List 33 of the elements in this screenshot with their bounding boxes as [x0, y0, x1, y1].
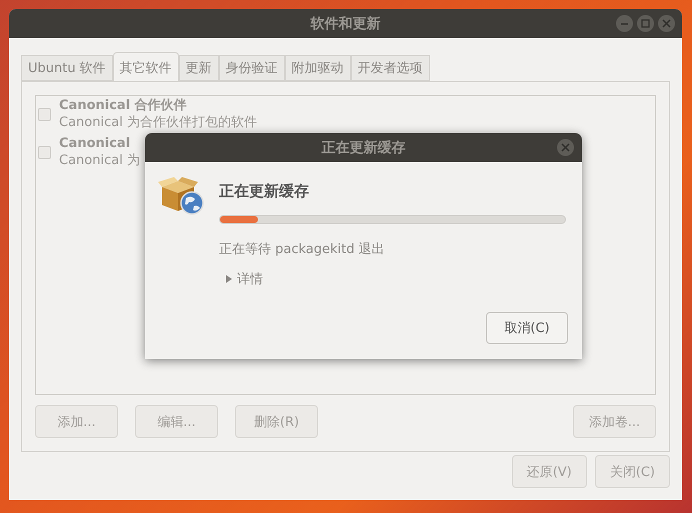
- source-title: Canonical: [59, 136, 132, 152]
- expander-arrow-icon: [225, 275, 232, 283]
- checkbox[interactable]: [38, 108, 51, 121]
- details-expander[interactable]: 详情: [219, 270, 263, 288]
- minimize-button[interactable]: [616, 15, 633, 32]
- maximize-icon: [641, 19, 650, 28]
- tab[interactable]: 其它软件: [112, 52, 179, 82]
- list-action-button[interactable]: 添加...: [35, 405, 118, 438]
- add-volume-button[interactable]: 添加卷...: [573, 405, 656, 438]
- list-action-button[interactable]: 编辑...: [135, 405, 218, 438]
- footer-button[interactable]: 关闭(C): [594, 455, 670, 488]
- dialog-close-button[interactable]: [557, 139, 574, 156]
- source-description: Canonical 为: [59, 153, 140, 169]
- window-title: 软件和更新: [310, 14, 380, 32]
- maximize-button[interactable]: [637, 15, 654, 32]
- dialog-heading: 正在更新缓存: [219, 182, 310, 201]
- close-icon: [662, 19, 671, 28]
- tab[interactable]: 更新: [178, 55, 219, 81]
- tab[interactable]: 附加驱动: [284, 55, 351, 81]
- dialog-title: 正在更新缓存: [322, 138, 406, 156]
- status-message: 正在等待 packagekitd 退出: [219, 241, 386, 258]
- source-title: Canonical 合作伙伴: [59, 98, 188, 114]
- source-description: Canonical 为合作伙伴打包的软件: [59, 115, 257, 131]
- footer-button[interactable]: 还原(V): [512, 455, 587, 488]
- tab[interactable]: 身份验证: [218, 55, 285, 81]
- close-icon: [561, 143, 570, 152]
- package-globe-icon: [158, 177, 206, 215]
- checkbox[interactable]: [38, 146, 51, 159]
- tab[interactable]: 开发者选项: [350, 55, 430, 81]
- cancel-button[interactable]: 取消(C): [486, 312, 568, 344]
- list-action-button[interactable]: 删除(R): [235, 405, 318, 438]
- close-button[interactable]: [658, 15, 675, 32]
- tab[interactable]: Ubuntu 软件: [21, 55, 113, 81]
